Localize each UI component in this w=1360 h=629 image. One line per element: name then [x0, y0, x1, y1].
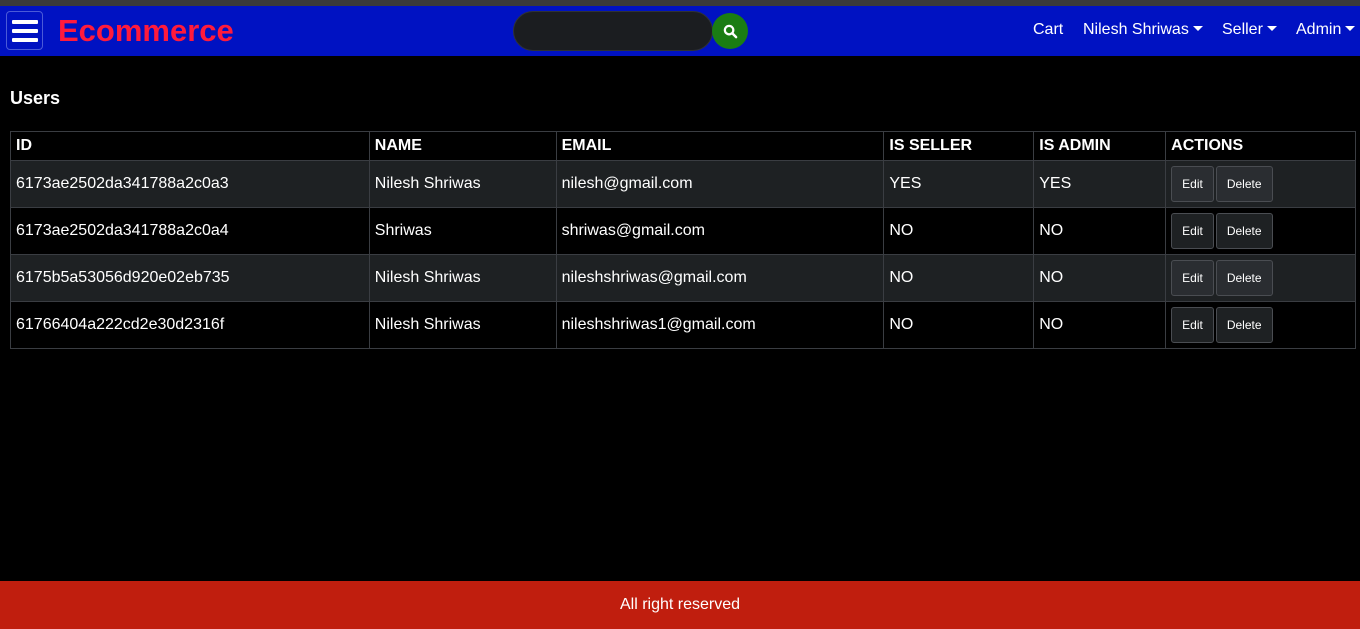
edit-button[interactable]: Edit	[1171, 307, 1214, 343]
delete-button[interactable]: Delete	[1215, 260, 1273, 296]
cell-is-admin: NO	[1033, 207, 1167, 255]
caret-down-icon	[1192, 26, 1203, 31]
cell-actions: Edit Delete	[1165, 254, 1356, 302]
nav-user-label: Nilesh Shriwas	[1083, 21, 1189, 38]
cell-is-admin: NO	[1033, 254, 1167, 302]
cell-email: shriwas@gmail.com	[555, 207, 885, 255]
caret-down-icon	[1266, 26, 1277, 31]
column-header-is-admin: IS ADMIN	[1033, 131, 1167, 161]
navbar: Ecommerce Cart Nilesh Shriwas Seller Adm…	[0, 6, 1360, 56]
column-header-email: EMAIL	[555, 131, 885, 161]
delete-button[interactable]: Delete	[1215, 307, 1273, 343]
nav-cart-link[interactable]: Cart	[1033, 20, 1063, 40]
edit-button[interactable]: Edit	[1171, 166, 1214, 202]
nav-links: Cart Nilesh Shriwas Seller Admin	[0, 20, 1360, 42]
cell-email: nileshshriwas@gmail.com	[555, 254, 885, 302]
delete-button[interactable]: Delete	[1215, 166, 1273, 202]
cell-is-seller: NO	[883, 301, 1035, 349]
cell-id: 61766404a222cd2e30d2316f	[10, 301, 370, 349]
cell-actions: Edit Delete	[1165, 207, 1356, 255]
cell-is-seller: NO	[883, 254, 1035, 302]
cell-is-admin: YES	[1033, 160, 1167, 208]
caret-down-icon	[1345, 26, 1356, 31]
page-title: Users	[10, 88, 61, 108]
users-table: ID NAME EMAIL IS SELLER IS ADMIN ACTIONS…	[10, 131, 1356, 349]
column-header-id: ID	[10, 131, 370, 161]
cell-name: Shriwas	[368, 207, 557, 255]
cell-email: nileshshriwas1@gmail.com	[555, 301, 885, 349]
cell-is-admin: NO	[1033, 301, 1167, 349]
nav-cart-label: Cart	[1033, 21, 1064, 38]
column-header-name: NAME	[368, 131, 557, 161]
table-row: 6175b5a53056d920e02eb735 Nilesh Shriwas …	[10, 254, 1356, 302]
nav-admin-label: Admin	[1296, 21, 1342, 38]
cell-id: 6173ae2502da341788a2c0a3	[10, 160, 370, 208]
table-row: 6173ae2502da341788a2c0a3 Nilesh Shriwas …	[10, 160, 1356, 208]
nav-user-dropdown[interactable]: Nilesh Shriwas	[1083, 20, 1203, 40]
nav-seller-dropdown[interactable]: Seller	[1222, 20, 1277, 40]
cell-is-seller: YES	[883, 160, 1035, 208]
footer-text: All right reserved	[619, 596, 741, 613]
cell-actions: Edit Delete	[1165, 160, 1356, 208]
cell-id: 6173ae2502da341788a2c0a4	[10, 207, 370, 255]
nav-admin-dropdown[interactable]: Admin	[1296, 20, 1356, 40]
table-row: 61766404a222cd2e30d2316f Nilesh Shriwas …	[10, 301, 1356, 349]
cell-is-seller: NO	[883, 207, 1035, 255]
edit-button[interactable]: Edit	[1171, 260, 1214, 296]
cell-name: Nilesh Shriwas	[368, 301, 557, 349]
footer: All right reserved	[0, 581, 1360, 629]
delete-button[interactable]: Delete	[1215, 213, 1273, 249]
table-row: 6173ae2502da341788a2c0a4 Shriwas shriwas…	[10, 207, 1356, 255]
cell-actions: Edit Delete	[1165, 301, 1356, 349]
column-header-actions: ACTIONS	[1165, 131, 1356, 161]
cell-email: nilesh@gmail.com	[555, 160, 885, 208]
cell-name: Nilesh Shriwas	[368, 254, 557, 302]
table-header-row: ID NAME EMAIL IS SELLER IS ADMIN ACTIONS	[10, 131, 1356, 161]
cell-name: Nilesh Shriwas	[368, 160, 557, 208]
nav-seller-label: Seller	[1222, 21, 1263, 38]
column-header-is-seller: IS SELLER	[883, 131, 1035, 161]
cell-id: 6175b5a53056d920e02eb735	[10, 254, 370, 302]
edit-button[interactable]: Edit	[1171, 213, 1214, 249]
